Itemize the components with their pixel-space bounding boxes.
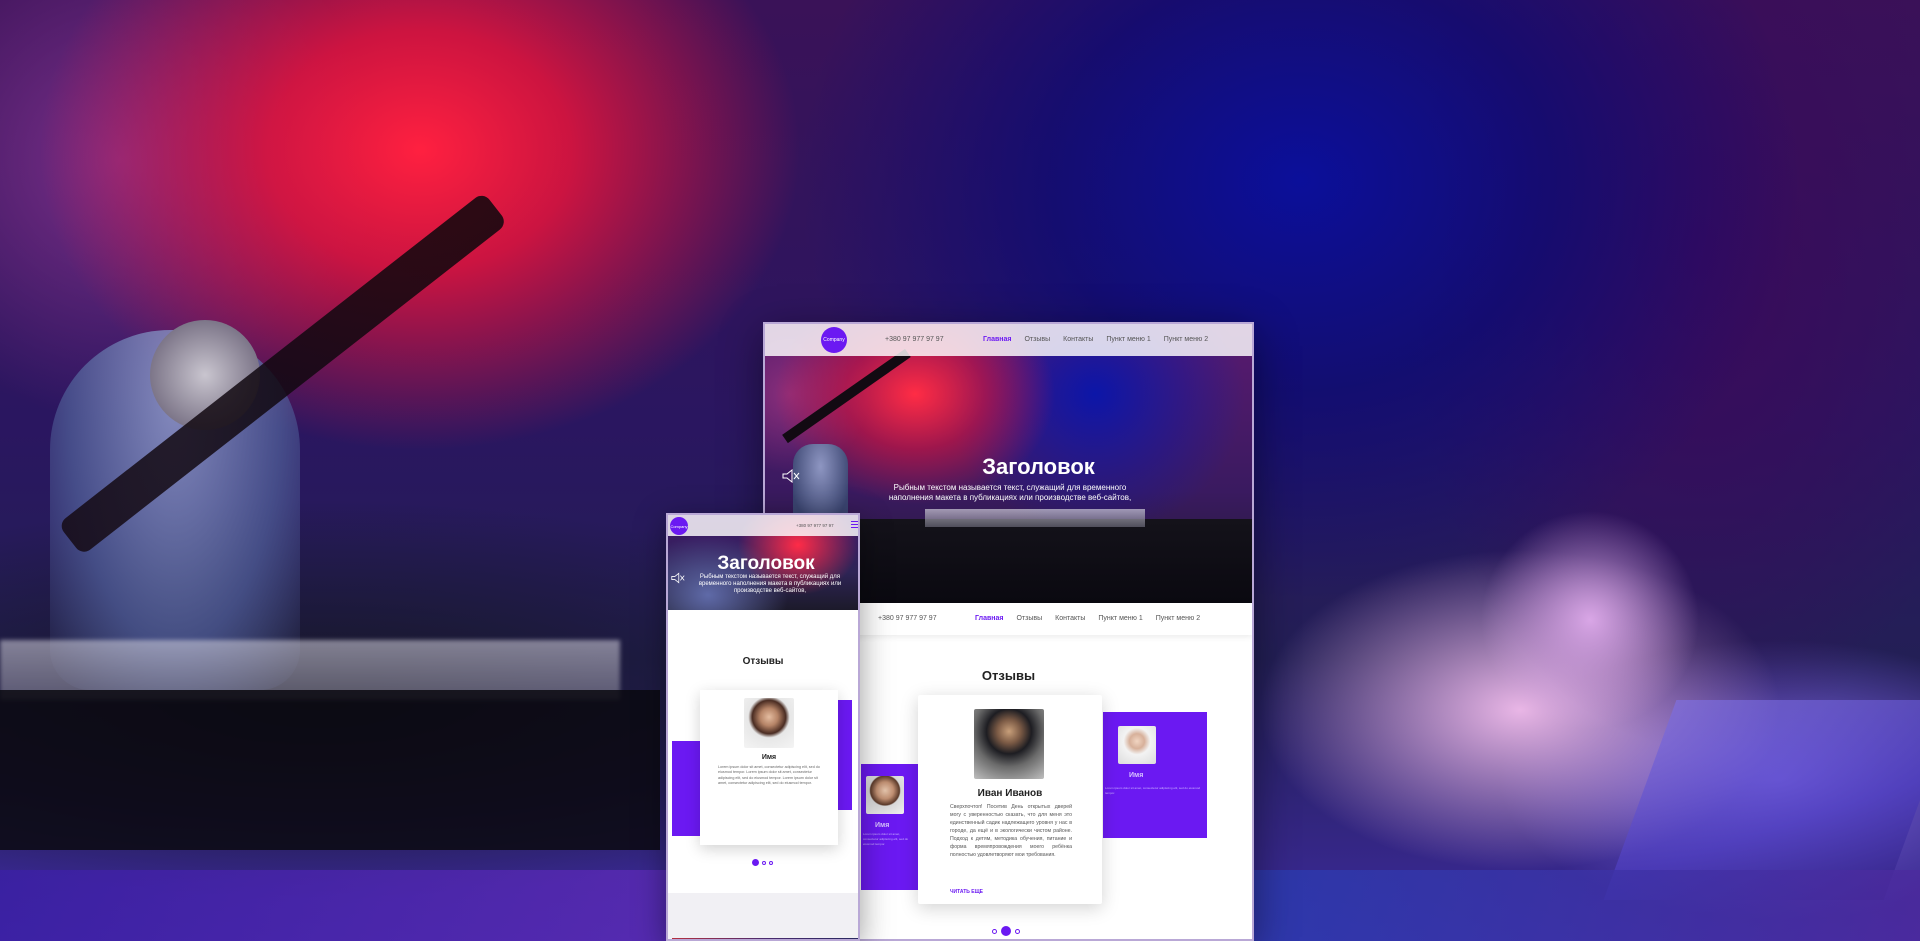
mobile-hero: Company +380 97 977 97 97 Заголовок Рыбн… bbox=[668, 515, 858, 610]
pagination-dot[interactable] bbox=[769, 860, 773, 865]
sticky-nav-item-menu-2[interactable]: Пункт меню 2 bbox=[1156, 615, 1200, 622]
review-text: Lorem ipsum dolor sit amet, consectetur … bbox=[863, 832, 909, 846]
hero-subtitle: Рыбным текстом называется текст, служащи… bbox=[888, 483, 1132, 502]
nav-item-reviews[interactable]: Отзывы bbox=[1024, 336, 1050, 343]
pagination-dot-active[interactable] bbox=[752, 859, 759, 866]
review-text: Lorem ipsum dolor sit amet, consectetur … bbox=[718, 765, 820, 786]
reviews-pagination bbox=[752, 859, 773, 866]
bg-stage-light bbox=[1480, 510, 1700, 730]
review-card-side-right[interactable]: Имя Lorem ipsum dolor sit amet, consecte… bbox=[1103, 712, 1207, 838]
nav-item-home[interactable]: Главная bbox=[983, 336, 1011, 343]
review-text: Сверхпочтоп! Посетив День открытых двере… bbox=[950, 804, 1072, 858]
sticky-nav-item-menu-1[interactable]: Пункт меню 1 bbox=[1098, 615, 1142, 622]
reviewer-name: Имя bbox=[761, 754, 777, 761]
header-phone[interactable]: +380 97 977 97 97 bbox=[796, 523, 834, 528]
nav-item-menu-1[interactable]: Пункт меню 1 bbox=[1106, 336, 1150, 343]
review-text: Lorem ipsum dolor sit amet, consectetur … bbox=[1105, 786, 1201, 795]
hero-piano-lid bbox=[782, 348, 911, 444]
bg-piano-body bbox=[0, 690, 660, 850]
mobile-next-section bbox=[668, 893, 858, 939]
sticky-menu: Главная Отзывы Контакты Пункт меню 1 Пун… bbox=[975, 615, 1200, 622]
desktop-header-nav: Company +380 97 977 97 97 Главная Отзывы… bbox=[765, 324, 1252, 356]
sticky-nav-item-reviews[interactable]: Отзывы bbox=[1016, 615, 1042, 622]
nav-item-contacts[interactable]: Контакты bbox=[1063, 336, 1093, 343]
pagination-dot[interactable] bbox=[1015, 928, 1020, 934]
reviewer-name: Имя bbox=[1129, 772, 1144, 779]
sticky-nav-item-home[interactable]: Главная bbox=[975, 615, 1003, 622]
company-logo[interactable]: Company bbox=[670, 517, 688, 535]
hero-keyboard bbox=[925, 509, 1145, 527]
sticky-phone[interactable]: +380 97 977 97 97 bbox=[878, 615, 937, 622]
reviews-heading: Отзывы bbox=[742, 656, 784, 667]
review-card-side-left[interactable] bbox=[672, 741, 702, 836]
review-card-side-left[interactable]: Имя Lorem ipsum dolor sit amet, consecte… bbox=[861, 764, 921, 890]
reviewer-avatar bbox=[744, 698, 794, 748]
header-menu: Главная Отзывы Контакты Пункт меню 1 Пун… bbox=[983, 336, 1208, 343]
reviewer-avatar bbox=[866, 776, 904, 814]
review-card-main: Иван Иванов Сверхпочтоп! Посетив День от… bbox=[918, 695, 1102, 904]
pagination-dot[interactable] bbox=[992, 928, 997, 934]
reviewer-avatar bbox=[974, 709, 1044, 779]
reviewer-name: Имя bbox=[875, 822, 890, 829]
reviews-pagination bbox=[992, 926, 1020, 936]
hero-subtitle: Рыбным текстом называется текст, служащи… bbox=[698, 574, 842, 594]
pagination-dot[interactable] bbox=[762, 860, 766, 865]
read-more-link[interactable]: ЧИТАТЬ ЕЩЕ bbox=[950, 889, 983, 895]
header-phone[interactable]: +380 97 977 97 97 bbox=[885, 336, 944, 343]
review-card-side-right[interactable] bbox=[836, 700, 852, 810]
hero-title: Заголовок bbox=[982, 454, 1095, 479]
hero-title: Заголовок bbox=[717, 553, 815, 574]
company-logo[interactable]: Company bbox=[821, 327, 847, 353]
reviewer-avatar bbox=[1118, 726, 1156, 764]
mobile-header-nav: Company +380 97 977 97 97 bbox=[668, 515, 858, 536]
sticky-nav-item-contacts[interactable]: Контакты bbox=[1055, 615, 1085, 622]
review-card-main: Имя Lorem ipsum dolor sit amet, consecte… bbox=[700, 690, 838, 845]
nav-item-menu-2[interactable]: Пункт меню 2 bbox=[1164, 336, 1208, 343]
reviewer-name: Иван Иванов bbox=[977, 788, 1043, 799]
hamburger-menu-icon[interactable] bbox=[851, 521, 858, 528]
pagination-dot-active[interactable] bbox=[1001, 926, 1011, 936]
mobile-mockup: Company +380 97 977 97 97 Заголовок Рыбн… bbox=[666, 513, 860, 941]
